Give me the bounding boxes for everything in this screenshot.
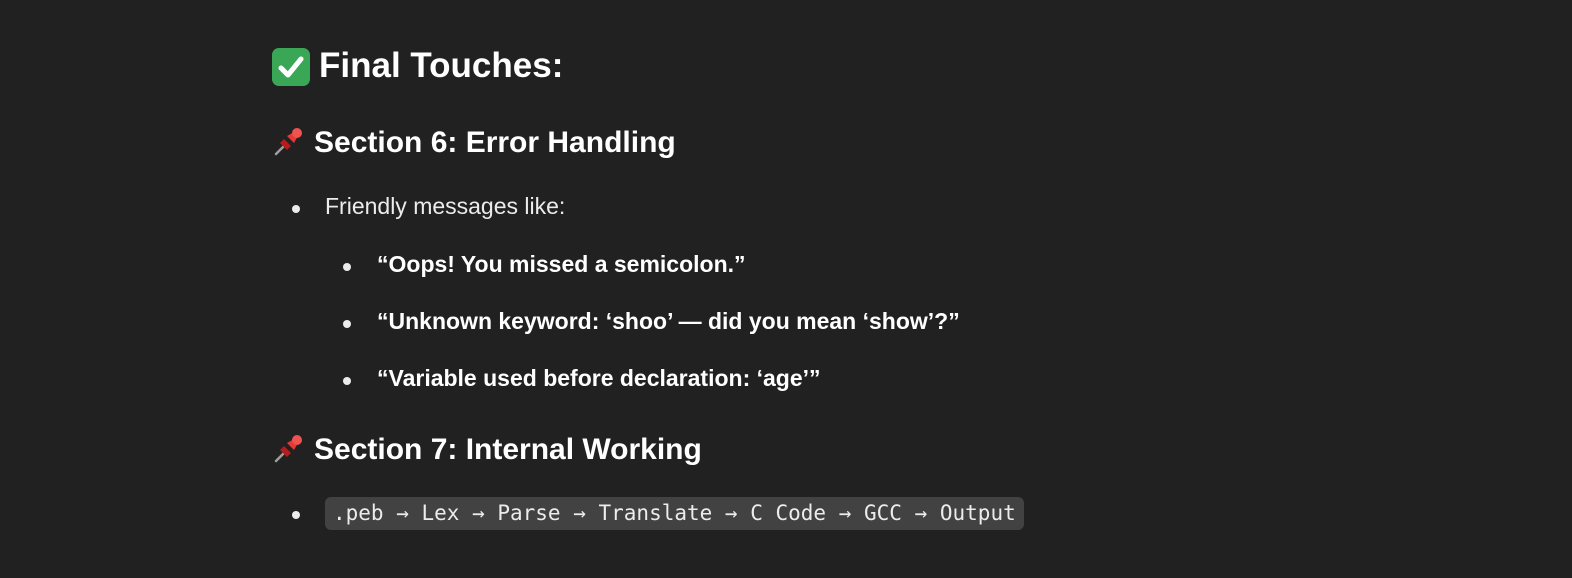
bullet-dot <box>292 205 300 213</box>
section-6-heading: Section 6: Error Handling <box>272 126 676 160</box>
pushpin-icon <box>272 431 306 465</box>
list-item: “Unknown keyword: ‘shoo’ — did you mean … <box>343 308 960 335</box>
list-item-text: “Oops! You missed a semicolon.” <box>377 251 746 277</box>
list-item-text: Friendly messages like: <box>325 193 566 219</box>
heading-final-touches: Final Touches: <box>272 46 563 86</box>
heading-text: Final Touches: <box>319 46 564 85</box>
check-mark-button-icon <box>272 48 310 86</box>
section-7-heading: Section 7: Internal Working <box>272 433 702 467</box>
list-item: .peb → Lex → Parse → Translate → C Code … <box>292 497 1024 530</box>
pipeline-code: .peb → Lex → Parse → Translate → C Code … <box>325 497 1024 530</box>
section-6-title: Section 6: Error Handling <box>314 126 676 159</box>
list-item-text: “Unknown keyword: ‘shoo’ — did you mean … <box>377 308 960 334</box>
list-item: “Oops! You missed a semicolon.” <box>343 251 746 278</box>
list-item: Friendly messages like: <box>292 193 566 220</box>
section-7-title: Section 7: Internal Working <box>314 433 702 466</box>
bullet-dot <box>343 377 351 385</box>
bullet-dot <box>343 320 351 328</box>
pushpin-icon <box>272 124 306 158</box>
list-item: “Variable used before declaration: ‘age’… <box>343 365 821 392</box>
bullet-dot <box>292 511 300 519</box>
list-item-text: “Variable used before declaration: ‘age’… <box>377 365 821 391</box>
bullet-dot <box>343 263 351 271</box>
